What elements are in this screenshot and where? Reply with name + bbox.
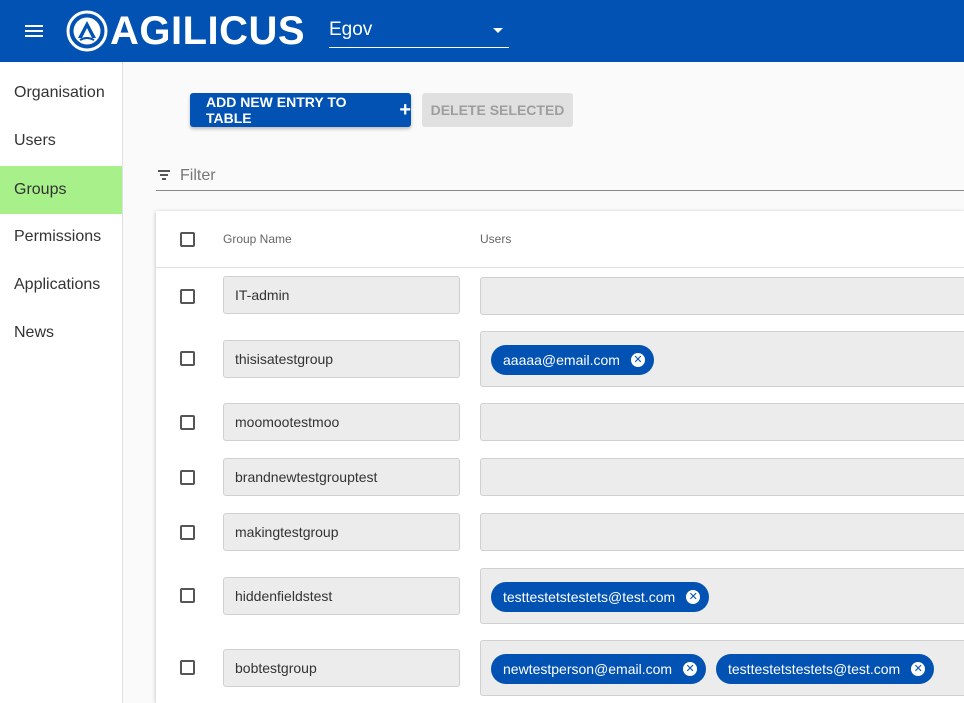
row-checkbox[interactable]	[180, 470, 195, 485]
user-chip-label: testtestetstestets@test.com	[503, 589, 676, 605]
row-checkbox[interactable]	[180, 415, 195, 430]
user-chip-label: newtestperson@email.com	[503, 661, 673, 677]
sidebar-item-applications[interactable]: Applications	[0, 261, 122, 309]
table-row: moomootestmoo	[156, 403, 964, 443]
users-chip-field[interactable]	[480, 403, 964, 441]
group-name-field[interactable]: brandnewtestgrouptest	[223, 458, 460, 496]
sidebar-item-organisation[interactable]: Organisation	[0, 69, 122, 117]
sidebar-item-permissions[interactable]: Permissions	[0, 213, 122, 261]
group-name-field[interactable]: IT-admin	[223, 276, 460, 314]
user-chip-label: testtestetstestets@test.com	[728, 661, 901, 677]
row-checkbox[interactable]	[180, 289, 195, 304]
users-chip-field[interactable]: aaaaa@email.com ✕	[480, 331, 964, 387]
group-name-field[interactable]: bobtestgroup	[223, 649, 460, 687]
table-row: IT-admin	[156, 276, 964, 316]
user-chip: aaaaa@email.com ✕	[491, 345, 654, 375]
add-new-entry-label: ADD NEW ENTRY TO TABLE	[206, 94, 347, 126]
top-app-bar: AGILICUS Egov	[0, 0, 964, 62]
organisation-select-value: Egov	[329, 19, 373, 40]
column-header-users: Users	[480, 232, 512, 246]
group-name-field[interactable]: hiddenfieldstest	[223, 577, 460, 615]
user-chip: testtestetstestets@test.com ✕	[716, 654, 935, 684]
row-checkbox[interactable]	[180, 588, 195, 603]
users-chip-field[interactable]	[480, 277, 964, 315]
groups-table: Group Name Users IT-admin thisisatestgro…	[156, 211, 964, 703]
agilicus-logo[interactable]: AGILICUS	[66, 10, 305, 52]
menu-icon[interactable]	[22, 19, 46, 43]
row-checkbox[interactable]	[180, 351, 195, 366]
table-row: hiddenfieldstest testtestetstestets@test…	[156, 568, 964, 624]
table-row: thisisatestgroup aaaaa@email.com ✕	[156, 331, 964, 387]
table-header: Group Name Users	[156, 211, 964, 268]
plus-icon: +	[399, 99, 411, 121]
remove-chip-icon[interactable]: ✕	[630, 353, 645, 367]
users-chip-field[interactable]	[480, 513, 964, 551]
users-chip-field[interactable]: newtestperson@email.com ✕ testtestetstes…	[480, 640, 964, 696]
filter-icon	[158, 170, 170, 180]
users-chip-field[interactable]: testtestetstestets@test.com ✕	[480, 568, 964, 624]
filter-field	[156, 160, 964, 191]
column-header-group-name: Group Name	[223, 232, 292, 246]
agilicus-logo-icon	[66, 10, 108, 52]
user-chip: newtestperson@email.com ✕	[491, 654, 707, 684]
group-name-field[interactable]: thisisatestgroup	[223, 340, 460, 378]
sidebar-item-groups[interactable]: Groups	[0, 166, 122, 214]
group-name-field[interactable]: makingtestgroup	[223, 513, 460, 551]
table-row: brandnewtestgrouptest	[156, 458, 964, 498]
user-chip: testtestetstestets@test.com ✕	[491, 582, 710, 612]
row-checkbox[interactable]	[180, 525, 195, 540]
dropdown-arrow-icon	[493, 28, 503, 33]
logo-wordmark: AGILICUS	[110, 9, 306, 53]
user-chip-label: aaaaa@email.com	[503, 352, 620, 368]
delete-selected-button: DELETE SELECTED	[422, 93, 573, 127]
sidebar-item-news[interactable]: News	[0, 309, 122, 357]
remove-chip-icon[interactable]: ✕	[683, 662, 698, 676]
sidebar-nav: Organisation Users Groups Permissions Ap…	[0, 62, 123, 703]
table-row: makingtestgroup	[156, 513, 964, 553]
users-chip-field[interactable]	[480, 458, 964, 496]
row-checkbox[interactable]	[180, 660, 195, 675]
select-all-checkbox[interactable]	[180, 232, 195, 247]
table-row: bobtestgroup newtestperson@email.com ✕ t…	[156, 640, 964, 696]
remove-chip-icon[interactable]: ✕	[911, 662, 926, 676]
organisation-select[interactable]: Egov	[329, 12, 509, 48]
remove-chip-icon[interactable]: ✕	[686, 590, 701, 604]
add-new-entry-button[interactable]: ADD NEW ENTRY TO TABLE +	[190, 93, 411, 127]
sidebar-item-users[interactable]: Users	[0, 117, 122, 165]
group-name-field[interactable]: moomootestmoo	[223, 403, 460, 441]
filter-input[interactable]	[180, 166, 940, 186]
